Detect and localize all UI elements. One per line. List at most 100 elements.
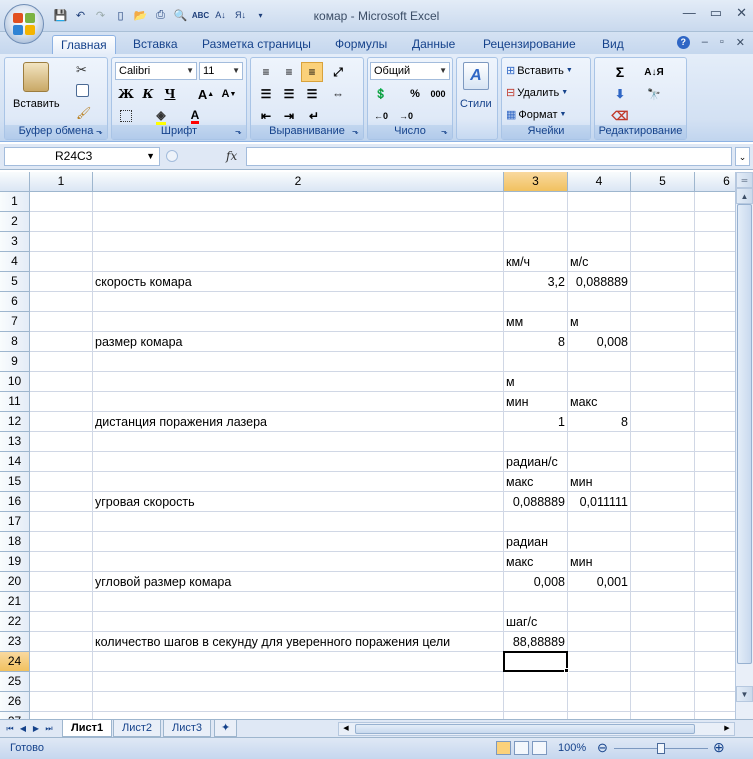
decrease-font-icon[interactable]: A ▼ xyxy=(218,84,240,104)
formula-input[interactable] xyxy=(246,147,732,166)
font-launcher-icon[interactable]: ⬎ xyxy=(235,128,244,137)
tab-page-layout[interactable]: Разметка страницы xyxy=(194,35,319,54)
cell[interactable] xyxy=(631,692,695,712)
align-center-icon[interactable]: ☰ xyxy=(278,84,300,104)
cell[interactable] xyxy=(93,672,504,692)
cell[interactable] xyxy=(631,292,695,312)
cell[interactable] xyxy=(631,652,695,672)
row-header[interactable]: 25 xyxy=(0,672,30,692)
cell[interactable] xyxy=(30,232,93,252)
cell[interactable] xyxy=(568,432,631,452)
row-header[interactable]: 17 xyxy=(0,512,30,532)
sort-filter-icon[interactable]: А↓Я xyxy=(643,62,665,82)
cell[interactable] xyxy=(568,292,631,312)
cell-value[interactable]: мм xyxy=(504,312,568,332)
cell[interactable] xyxy=(93,612,504,632)
column-header[interactable]: 2 xyxy=(93,172,504,192)
active-cell-outline[interactable] xyxy=(503,651,568,672)
row-header[interactable]: 1 xyxy=(0,192,30,212)
cell-value[interactable]: м xyxy=(568,312,631,332)
cell[interactable] xyxy=(93,312,504,332)
font-name-select[interactable]: Calibri ▼ xyxy=(115,62,197,80)
thousands-icon[interactable]: 000 xyxy=(427,84,449,104)
row-header[interactable]: 19 xyxy=(0,552,30,572)
cell[interactable] xyxy=(631,272,695,292)
cell[interactable] xyxy=(631,232,695,252)
cell[interactable] xyxy=(93,692,504,712)
cell-value[interactable]: 0,001 xyxy=(568,572,631,592)
increase-indent-icon[interactable]: ⇥ xyxy=(278,106,300,126)
column-header[interactable]: 3 xyxy=(504,172,568,192)
page-layout-view-icon[interactable] xyxy=(514,741,529,755)
cell[interactable] xyxy=(631,532,695,552)
column-header[interactable]: 4 xyxy=(568,172,631,192)
cell[interactable] xyxy=(568,452,631,472)
cell[interactable] xyxy=(504,292,568,312)
cell[interactable] xyxy=(695,412,735,432)
cell-value[interactable]: шаг/с xyxy=(504,612,568,632)
cell[interactable] xyxy=(30,472,93,492)
cell[interactable] xyxy=(93,352,504,372)
split-box-icon[interactable]: ═ xyxy=(736,172,753,188)
last-sheet-icon[interactable]: ⏭ xyxy=(43,722,55,735)
cell[interactable] xyxy=(695,332,735,352)
cell[interactable] xyxy=(30,192,93,212)
cell-value[interactable]: радиан/с xyxy=(504,452,568,472)
cell[interactable] xyxy=(93,552,504,572)
cell[interactable] xyxy=(568,352,631,372)
cell[interactable] xyxy=(695,552,735,572)
cell-value[interactable]: мин xyxy=(504,392,568,412)
cell[interactable] xyxy=(568,232,631,252)
first-sheet-icon[interactable]: ⏮ xyxy=(4,722,16,735)
cell[interactable] xyxy=(631,332,695,352)
cell[interactable] xyxy=(93,652,504,672)
cell[interactable] xyxy=(504,432,568,452)
row-header[interactable]: 15 xyxy=(0,472,30,492)
cell[interactable] xyxy=(695,192,735,212)
cell-value[interactable]: 1 xyxy=(504,412,568,432)
cell-value[interactable]: радиан xyxy=(504,532,568,552)
decrease-decimal-icon[interactable]: →0 xyxy=(395,106,417,126)
cell[interactable] xyxy=(30,612,93,632)
cell[interactable] xyxy=(695,492,735,512)
cell[interactable] xyxy=(695,592,735,612)
row-header[interactable]: 4 xyxy=(0,252,30,272)
cell[interactable] xyxy=(504,592,568,612)
doc-restore-icon[interactable]: ▫ xyxy=(720,36,724,49)
formula-bar-splitter[interactable] xyxy=(166,150,178,162)
cell[interactable] xyxy=(568,212,631,232)
cell[interactable] xyxy=(30,252,93,272)
scroll-left-icon[interactable]: ◀ xyxy=(339,723,353,735)
alignment-launcher-icon[interactable]: ⬎ xyxy=(352,128,361,137)
cell[interactable] xyxy=(30,492,93,512)
vertical-scrollbar[interactable]: ═ ▲ ▼ xyxy=(735,172,753,719)
font-color-icon[interactable]: A xyxy=(184,106,206,126)
align-bottom-icon[interactable]: ≡ xyxy=(301,62,323,82)
cell[interactable] xyxy=(504,712,568,719)
cell[interactable] xyxy=(695,712,735,719)
cell[interactable] xyxy=(30,592,93,612)
cell-value[interactable]: макс xyxy=(568,392,631,412)
cell[interactable] xyxy=(631,592,695,612)
cell[interactable] xyxy=(30,332,93,352)
cell[interactable] xyxy=(695,532,735,552)
cell[interactable] xyxy=(30,652,93,672)
cell-value[interactable]: угловой размер комара xyxy=(93,572,504,592)
find-select-icon[interactable]: 🔭 xyxy=(643,84,665,104)
cell-value[interactable]: скорость комара xyxy=(93,272,504,292)
cell[interactable] xyxy=(30,552,93,572)
cell[interactable] xyxy=(93,452,504,472)
expand-formula-icon[interactable]: ⌄ xyxy=(735,147,750,166)
italic-button[interactable]: К xyxy=(137,84,159,104)
paste-button[interactable]: Вставить xyxy=(13,62,60,110)
cell[interactable] xyxy=(504,692,568,712)
tab-view[interactable]: Вид xyxy=(594,35,632,54)
cell[interactable] xyxy=(631,712,695,719)
cell[interactable] xyxy=(504,352,568,372)
row-header[interactable]: 9 xyxy=(0,352,30,372)
tab-insert[interactable]: Вставка xyxy=(125,35,186,54)
cell[interactable] xyxy=(568,612,631,632)
cell[interactable] xyxy=(568,672,631,692)
cell[interactable] xyxy=(695,652,735,672)
cell-value[interactable]: макс xyxy=(504,472,568,492)
